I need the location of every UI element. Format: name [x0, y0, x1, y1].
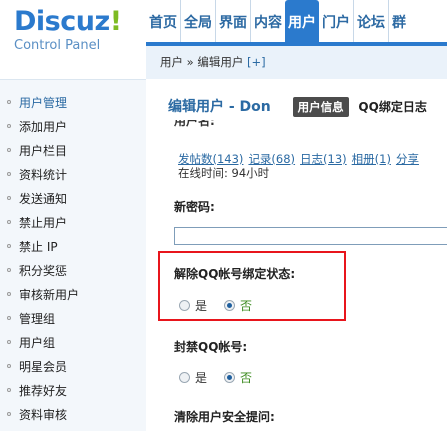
- clipped-field-label: 用户名:: [174, 120, 215, 128]
- breadcrumb-text: 用户 » 编辑用户: [160, 55, 244, 69]
- breadcrumb: 用户 » 编辑用户 [+]: [160, 54, 266, 70]
- qq-ban-yes-label: 是: [195, 371, 208, 385]
- sidebar-item-user-manage[interactable]: 用户管理: [0, 94, 79, 118]
- clear-security-question-label: 清除用户安全提问:: [174, 410, 275, 424]
- stat-shares-link[interactable]: 分享: [396, 152, 419, 166]
- nav-tab-forum[interactable]: 论坛: [353, 0, 388, 42]
- qq-ban-options: 是否: [179, 369, 269, 386]
- stat-albums-link[interactable]: 相册(1): [352, 152, 391, 166]
- nav-tab-content[interactable]: 内容: [250, 0, 285, 42]
- sidebar-item-star-members[interactable]: 明星会员: [0, 358, 79, 382]
- sidebar-item-send-notice[interactable]: 发送通知: [0, 190, 79, 214]
- top-nav: 首页 全局 界面 内容 用户 门户 论坛 群: [146, 0, 409, 42]
- stat-records-link[interactable]: 记录(68): [248, 152, 295, 166]
- sidebar: 用户管理 添加用户 用户栏目 资料统计 发送通知 禁止用户 禁止 IP 积分奖惩…: [0, 79, 146, 431]
- sub-bar: 用户 » 编辑用户 [+]: [146, 42, 447, 79]
- qq-unbind-label: 解除QQ帐号绑定状态:: [174, 267, 296, 281]
- qq-ban-label: 封禁QQ帐号:: [174, 340, 248, 354]
- new-password-label: 新密码:: [174, 200, 215, 214]
- sidebar-item-profile-review[interactable]: 资料审核: [0, 406, 79, 430]
- sidebar-item-ban-ip[interactable]: 禁止 IP: [0, 238, 79, 262]
- nav-tab-user[interactable]: 用户: [285, 0, 319, 42]
- page-header: 编辑用户 - Don 用户信息 QQ绑定日志: [168, 96, 427, 117]
- nav-tab-home[interactable]: 首页: [146, 0, 180, 42]
- qq-unbind-no-label: 否: [240, 299, 253, 313]
- new-password-input[interactable]: [174, 227, 447, 245]
- tab-user-info[interactable]: 用户信息: [292, 97, 349, 117]
- sidebar-item-admin-groups[interactable]: 管理组: [0, 310, 79, 334]
- nav-tab-global[interactable]: 全局: [180, 0, 215, 42]
- header: Discuz! Control Panel 首页 全局 界面 内容 用户 门户 …: [0, 0, 447, 79]
- nav-tab-group[interactable]: 群: [388, 0, 409, 42]
- qq-ban-no-radio[interactable]: [224, 372, 236, 383]
- sidebar-item-credits[interactable]: 积分奖惩: [0, 262, 79, 286]
- qq-unbind-yes-label: 是: [195, 299, 208, 313]
- online-time: 在线时间: 94小时: [178, 166, 270, 180]
- logo[interactable]: Discuz! Control Panel: [14, 6, 122, 54]
- qq-unbind-yes-radio[interactable]: [179, 300, 190, 311]
- sidebar-item-recommend-friends[interactable]: 推荐好友: [0, 382, 79, 406]
- sidebar-item-add-user[interactable]: 添加用户: [0, 118, 79, 142]
- logo-subtitle: Control Panel: [14, 38, 101, 53]
- page-title: 编辑用户 - Don: [168, 99, 271, 115]
- logo-text: Discuz!: [14, 6, 122, 37]
- qq-ban-yes-radio[interactable]: [179, 372, 190, 383]
- add-shortcut-link[interactable]: [+]: [247, 55, 266, 69]
- nav-tab-style[interactable]: 界面: [215, 0, 250, 42]
- qq-unbind-options: 是否: [179, 297, 269, 314]
- sidebar-item-profile-stats[interactable]: 资料统计: [0, 166, 79, 190]
- main-content: 编辑用户 - Don 用户信息 QQ绑定日志 用户名: 发帖数(143) 记录(6…: [146, 79, 447, 430]
- stat-posts-link[interactable]: 发帖数(143): [178, 152, 243, 166]
- sidebar-item-user-groups[interactable]: 用户组: [0, 334, 79, 358]
- sidebar-item-user-fields[interactable]: 用户栏目: [0, 142, 79, 166]
- nav-tab-portal[interactable]: 门户: [319, 0, 353, 42]
- stat-blogs-link[interactable]: 日志(13): [300, 152, 347, 166]
- sidebar-item-ban-user[interactable]: 禁止用户: [0, 214, 79, 238]
- sidebar-item-moderate-users[interactable]: 审核新用户: [0, 286, 79, 310]
- qq-ban-no-label: 否: [240, 371, 253, 385]
- tab-qq-bind-log[interactable]: QQ绑定日志: [358, 98, 426, 115]
- qq-unbind-no-radio[interactable]: [224, 300, 236, 311]
